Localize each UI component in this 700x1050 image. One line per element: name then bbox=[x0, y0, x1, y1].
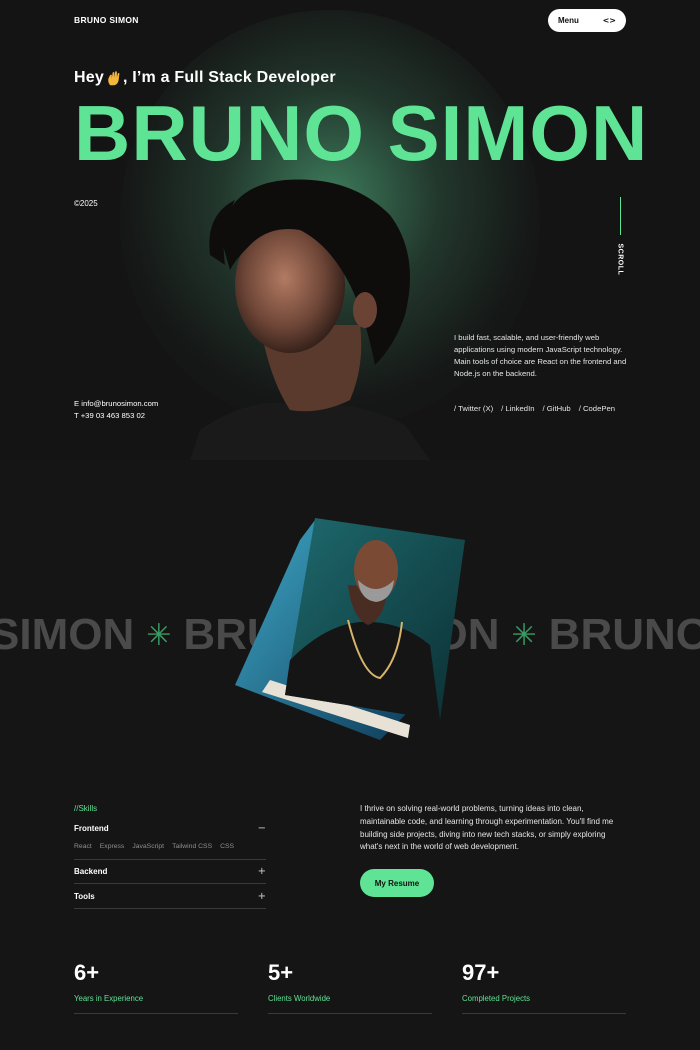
stat-clients: 5+ Clients Worldwide bbox=[268, 962, 432, 1014]
contact-phone[interactable]: T +39 03 463 853 02 bbox=[74, 410, 158, 422]
scroll-label[interactable]: SCROLL bbox=[617, 244, 624, 276]
hero-section: BRUNO SIMON Menu <> Hey , I’m a Full Sta… bbox=[0, 0, 700, 460]
hero-description: I build fast, scalable, and user-friendl… bbox=[454, 333, 627, 378]
skill-tag: Tailwind CSS bbox=[172, 843, 213, 850]
marquee-word: BRUNO bbox=[548, 610, 700, 659]
page: BRUNO SIMON Menu <> Hey , I’m a Full Sta… bbox=[0, 0, 700, 1050]
skill-row-tools[interactable]: Tools + bbox=[74, 885, 266, 909]
skill-tag: CSS bbox=[220, 843, 235, 850]
brand-logo[interactable]: BRUNO SIMON bbox=[74, 15, 139, 25]
skill-row-frontend[interactable]: Frontend − bbox=[74, 816, 266, 840]
waving-hand-icon bbox=[108, 70, 120, 85]
expand-icon[interactable]: + bbox=[258, 891, 266, 902]
asterisk-icon: ✳ bbox=[146, 618, 172, 652]
portrait-photo-stack bbox=[235, 518, 465, 740]
copyright-year: ©2025 bbox=[74, 199, 98, 208]
frontend-skill-tags: React Express JavaScript Tailwind CSS CS… bbox=[74, 843, 234, 850]
scroll-indicator-line bbox=[620, 197, 621, 235]
collapse-icon[interactable]: − bbox=[258, 823, 266, 834]
stat-value: 5+ bbox=[268, 960, 294, 985]
skill-row-backend[interactable]: Backend + bbox=[74, 860, 266, 884]
social-link-codepen[interactable]: / CodePen bbox=[579, 404, 615, 413]
skill-label: Frontend bbox=[74, 823, 109, 833]
skill-label: Tools bbox=[74, 892, 95, 901]
stat-value: 6+ bbox=[74, 960, 100, 985]
stat-label: Years in Experience bbox=[74, 994, 144, 1003]
stat-experience: 6+ Years in Experience bbox=[74, 962, 238, 1014]
contact-info: E info@brunosimon.com T +39 03 463 853 0… bbox=[74, 398, 158, 421]
intro-role: , I’m a Full Stack Developer bbox=[122, 69, 336, 86]
intro-greeting: Hey bbox=[74, 69, 104, 86]
about-text: I thrive on solving real-world problems,… bbox=[360, 804, 614, 852]
stat-value: 97+ bbox=[462, 960, 500, 985]
skill-tag: Express bbox=[99, 843, 125, 850]
skills-heading: //Skills bbox=[74, 804, 98, 813]
menu-label: Menu bbox=[558, 16, 579, 25]
hero-title: BRUNO SIMON bbox=[74, 89, 649, 177]
stat-projects: 97+ Completed Projects bbox=[462, 962, 626, 1014]
menu-button[interactable]: Menu <> bbox=[548, 9, 626, 32]
social-link-twitter[interactable]: / Twitter (X) bbox=[454, 404, 493, 413]
stat-label: Completed Projects bbox=[462, 994, 531, 1003]
skill-tag: React bbox=[74, 843, 92, 850]
skill-label: Backend bbox=[74, 867, 108, 876]
social-links: / Twitter (X) / LinkedIn / GitHub / Code… bbox=[454, 404, 615, 413]
skill-tag: JavaScript bbox=[132, 843, 165, 850]
code-brackets-icon: <> bbox=[602, 16, 616, 25]
stat-label: Clients Worldwide bbox=[268, 994, 331, 1003]
hero-portrait bbox=[190, 179, 430, 460]
contact-email[interactable]: E info@brunosimon.com bbox=[74, 398, 158, 410]
resume-button[interactable]: My Resume bbox=[360, 869, 434, 897]
social-link-linkedin[interactable]: / LinkedIn bbox=[501, 404, 534, 413]
marquee-word: SIMON bbox=[0, 610, 135, 659]
hero-intro: Hey , I’m a Full Stack Developer bbox=[74, 69, 336, 87]
social-link-github[interactable]: / GitHub bbox=[543, 404, 571, 413]
expand-icon[interactable]: + bbox=[258, 866, 266, 877]
asterisk-icon: ✳ bbox=[511, 618, 537, 652]
